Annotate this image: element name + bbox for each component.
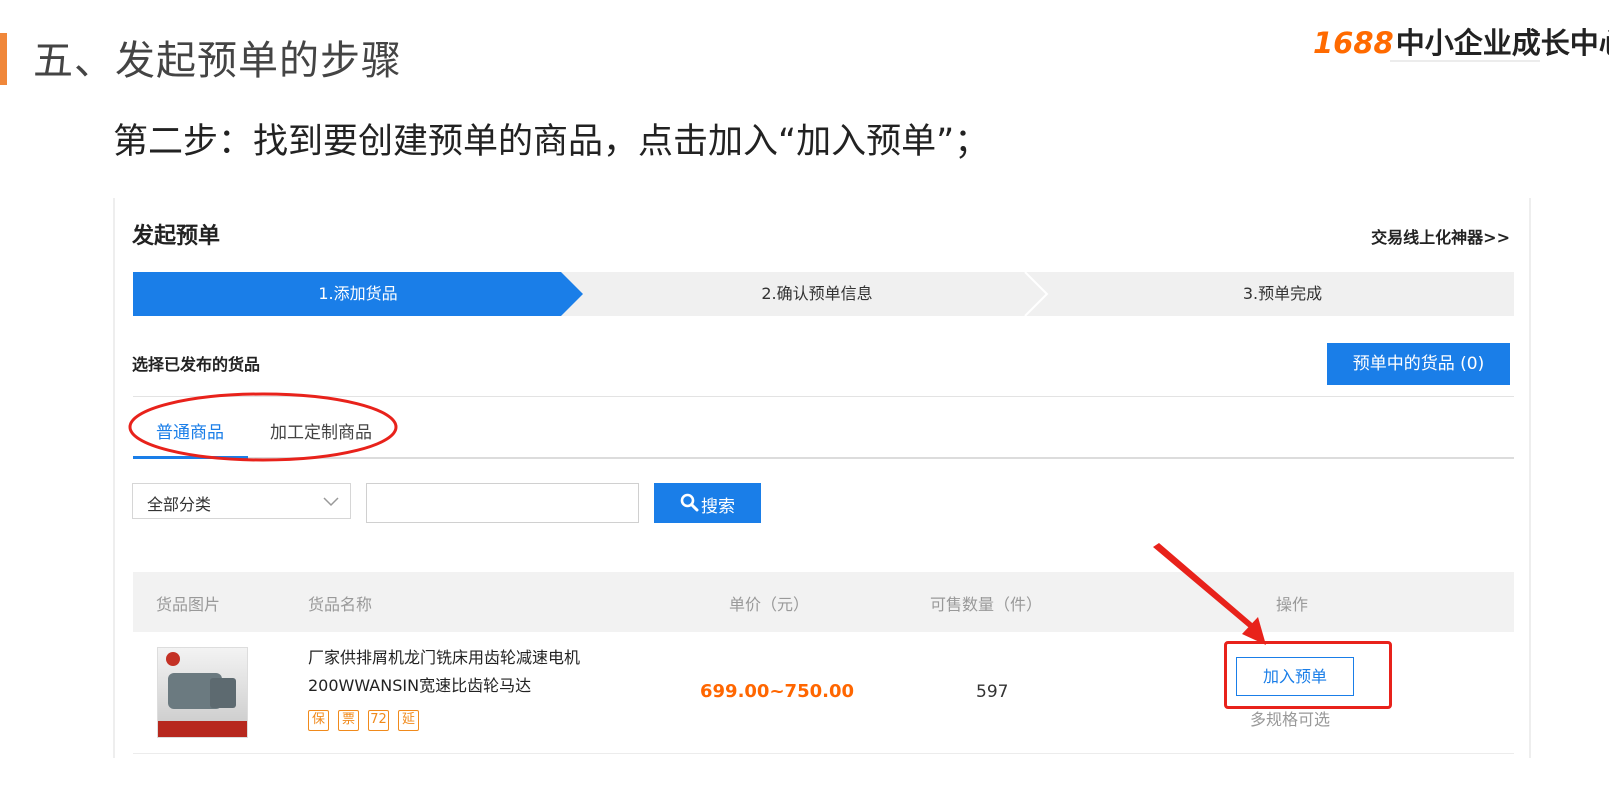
active-tab-indicator xyxy=(133,456,248,459)
col-price: 单价（元） xyxy=(729,595,810,614)
brand-number: 1688 xyxy=(1313,26,1394,60)
product-price: 699.00~750.00 xyxy=(700,681,855,702)
step-add-goods: 1.添加货品 xyxy=(133,272,583,316)
search-button-label: 搜索 xyxy=(701,497,735,517)
step-add-goods-label: 1.添加货品 xyxy=(318,284,398,303)
extended-badge-icon: 延 xyxy=(398,710,419,731)
col-name: 货品名称 xyxy=(308,595,373,614)
panel-title: 发起预单 xyxy=(132,224,221,249)
section-divider xyxy=(133,396,1514,397)
guarantee-badge-icon: 保 xyxy=(308,710,329,731)
preorder-cart-button[interactable]: 预单中的货品 (0) xyxy=(1327,343,1510,385)
brand-underline xyxy=(1390,60,1540,62)
tab-custom-goods[interactable]: 加工定制商品 xyxy=(270,418,372,443)
add-to-preorder-button[interactable]: 加入预单 xyxy=(1236,657,1354,696)
category-select-value: 全部分类 xyxy=(147,495,212,514)
col-quantity: 可售数量（件） xyxy=(930,595,1043,614)
brand-name: 中小企业成长中心 xyxy=(1395,26,1609,60)
product-image[interactable] xyxy=(157,647,248,738)
section-title: 选择已发布的货品 xyxy=(132,355,261,374)
col-image: 货品图片 xyxy=(156,595,221,614)
category-select[interactable]: 全部分类 xyxy=(132,483,351,519)
product-quantity: 597 xyxy=(976,682,1009,702)
multi-spec-note: 多规格可选 xyxy=(1250,710,1331,729)
chevron-down-icon xyxy=(323,497,339,507)
step-confirm-info: 2.确认预单信息 xyxy=(761,284,873,303)
tab-normal-goods[interactable]: 普通商品 xyxy=(156,418,224,443)
invoice-badge-icon: 票 xyxy=(338,710,359,731)
search-button[interactable]: 搜索 xyxy=(654,483,761,523)
brand-logo: 1688中小企业成长中心 xyxy=(1313,20,1609,62)
slide-title: 五、发起预单的步骤 xyxy=(33,38,402,84)
search-icon xyxy=(680,493,699,512)
product-badges: 保 票 72 延 xyxy=(308,710,419,731)
search-input[interactable] xyxy=(366,483,639,523)
table-row: 厂家供排屑机龙门铣床用齿轮减速电机 200WWANSIN宽速比齿轮马达 保 票 … xyxy=(133,632,1514,754)
72h-shipping-badge-icon: 72 xyxy=(368,710,389,731)
step-instruction: 第二步：找到要创建预单的商品，点击加入“加入预单”； xyxy=(113,122,990,162)
product-name[interactable]: 厂家供排屑机龙门铣床用齿轮减速电机 200WWANSIN宽速比齿轮马达 xyxy=(308,644,648,700)
col-action: 操作 xyxy=(1276,595,1309,614)
progress-steps: 1.添加货品 2.确认预单信息 3.预单完成 xyxy=(133,272,1514,316)
table-header: 货品图片 货品名称 单价（元） 可售数量（件） 操作 xyxy=(133,572,1514,632)
step-complete: 3.预单完成 xyxy=(1242,284,1323,303)
tab-baseline xyxy=(133,457,1514,459)
title-accent-bar xyxy=(0,33,7,85)
trade-tool-link[interactable]: 交易线上化神器>> xyxy=(1371,224,1510,248)
screenshot-panel: 发起预单 交易线上化神器>> 1.添加货品 2.确认预单信息 3.预单完成 选择… xyxy=(113,198,1531,758)
